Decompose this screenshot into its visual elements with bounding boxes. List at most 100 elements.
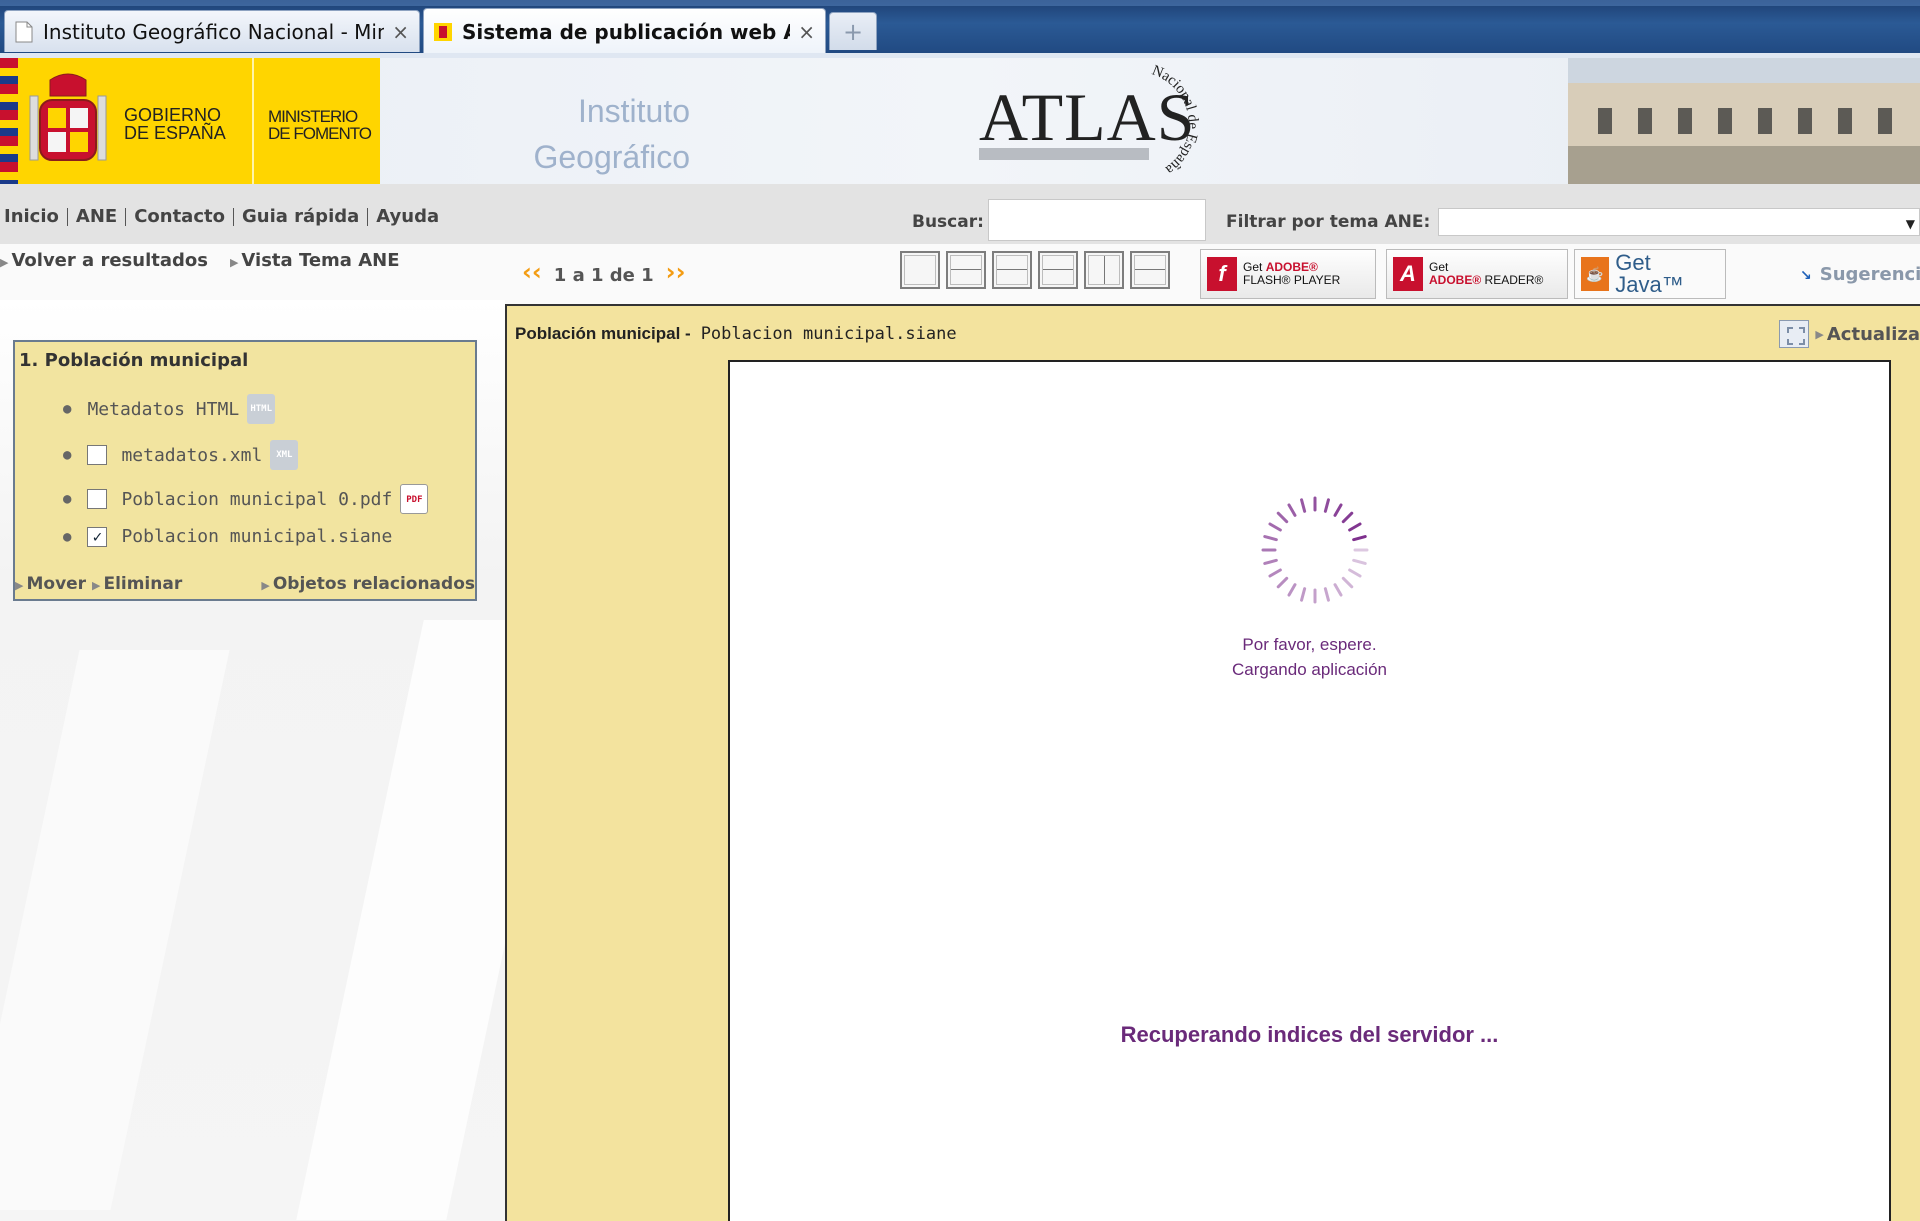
government-name: GOBIERNO DE ESPAÑA	[124, 106, 226, 142]
spinner-spoke	[1268, 568, 1282, 578]
nav-link-inicio[interactable]: Inicio	[4, 208, 67, 226]
xml-file-icon: XML	[270, 440, 299, 470]
spinner-spoke	[1263, 535, 1278, 542]
nav-link-ane[interactable]: ANE	[66, 208, 125, 226]
loading-spinner-icon	[1261, 496, 1369, 604]
triangle-right-icon: ▶	[91, 579, 101, 592]
spinner-spoke	[1341, 576, 1354, 589]
svg-text:Nacional de España: Nacional de España	[1150, 63, 1201, 178]
list-item-pdf[interactable]: ● Poblacion municipal 0.pdf PDF	[63, 484, 429, 514]
arrow-down-right-icon: ↘	[1800, 268, 1812, 284]
theme-view-link[interactable]: ▶ Vista Tema ANE	[230, 250, 400, 271]
search-label: Buscar:	[912, 212, 984, 232]
search-input[interactable]	[988, 199, 1206, 241]
triangle-right-icon: ▶	[15, 579, 24, 592]
flash-label: Get ADOBE® FLASH® PLAYER	[1243, 261, 1340, 287]
application-viewer[interactable]: Por favor, espere. Cargando aplicación R…	[728, 360, 1891, 1221]
government-logo-block[interactable]: GOBIERNO DE ESPAÑA MINISTERIO DE FOMENTO	[0, 58, 380, 184]
delete-link[interactable]: Eliminar	[103, 574, 182, 594]
building-window	[1798, 108, 1812, 134]
sub-links: ▶ Volver a resultados ▶ Vista Tema ANE	[0, 250, 400, 271]
adobe-reader-icon: A	[1393, 257, 1423, 291]
tab-close-icon[interactable]: ×	[798, 20, 815, 44]
list-item-metadata-xml[interactable]: ● metadatos.xml XML	[63, 440, 299, 470]
item-label: Poblacion municipal.siane	[121, 526, 393, 547]
min-line2: DE FOMENTO	[268, 124, 372, 143]
atlas-underline	[979, 148, 1149, 160]
layout-vertical-button[interactable]	[1084, 251, 1124, 289]
nav-link-ayuda[interactable]: Ayuda	[367, 208, 447, 226]
wait-line2: Cargando aplicación	[1232, 660, 1387, 679]
document-title[interactable]: 1. Población municipal	[19, 350, 248, 371]
get-java-button[interactable]: ☕ Get Java™	[1574, 249, 1726, 299]
layout-left-split-button[interactable]	[1130, 251, 1170, 289]
checkbox[interactable]	[87, 489, 108, 509]
get-flash-player-button[interactable]: f Get ADOBE® FLASH® PLAYER	[1200, 249, 1376, 299]
layout-grid-button[interactable]	[946, 251, 986, 289]
nav-link-guia-rapida[interactable]: Guia rápida	[232, 208, 367, 226]
java-label: Get Java™	[1615, 250, 1684, 297]
spinner-spoke	[1300, 498, 1307, 513]
back-to-results-link[interactable]: ▶ Volver a resultados	[0, 250, 208, 271]
tab-close-icon[interactable]: ×	[392, 20, 409, 44]
checkbox[interactable]	[87, 445, 108, 465]
building-window	[1638, 108, 1652, 134]
related-objects-link[interactable]: ▶ Objetos relacionados	[261, 574, 475, 594]
site-header: GOBIERNO DE ESPAÑA MINISTERIO DE FOMENTO…	[0, 58, 1920, 221]
move-link[interactable]: Mover	[26, 574, 86, 594]
spinner-spoke	[1352, 535, 1367, 542]
building-window	[1598, 108, 1612, 134]
move-delete-links: ▶ Mover ▶ Eliminar	[15, 574, 182, 594]
filter-label: Filtrar por tema ANE:	[1226, 212, 1431, 232]
content-title: Población municipal - Poblacion municipal…	[515, 324, 957, 344]
suggestion-link[interactable]: ↘ Sugerencia	[1800, 264, 1920, 285]
spinner-spoke	[1300, 587, 1307, 602]
page-icon	[15, 21, 33, 42]
building-photo	[1568, 58, 1920, 184]
loading-message: Por favor, espere. Cargando aplicación	[730, 632, 1889, 682]
main-content-panel: Población municipal - Poblacion municipal…	[505, 304, 1920, 1221]
get-adobe-reader-button[interactable]: A Get ADOBE® READER®	[1386, 249, 1568, 299]
browser-tab-ign[interactable]: Instituto Geográfico Nacional - Min... ×	[4, 10, 420, 52]
layout-horizontal-button[interactable]	[992, 251, 1032, 289]
spinner-spoke	[1268, 522, 1282, 532]
list-item-metadata-html[interactable]: ● Metadatos HTML HTML	[63, 394, 276, 424]
filter-theme-select[interactable]: ▼	[1438, 208, 1920, 236]
atlas-logo[interactable]: ATLAS Nacional de España	[975, 58, 1255, 184]
wait-line1: Por favor, espere.	[1242, 635, 1377, 654]
tab-title: Sistema de publicación web Atlas ...	[462, 19, 790, 44]
page-counter: 1 a 1 de 1	[553, 264, 654, 286]
reader-get: Get	[1429, 260, 1449, 274]
suggestion-label: Sugerencia	[1819, 264, 1920, 285]
refresh-label: Actualiza	[1826, 323, 1920, 345]
spinner-spoke	[1348, 568, 1362, 578]
spinner-spoke	[1276, 511, 1289, 524]
building-window	[1758, 108, 1772, 134]
building-window	[1838, 108, 1852, 134]
layout-top-split-button[interactable]	[1038, 251, 1078, 289]
new-tab-button[interactable]: +	[829, 12, 877, 50]
nav-links: Inicio ANE Contacto Guia rápida Ayuda	[4, 208, 447, 226]
coat-of-arms-icon	[29, 73, 107, 161]
spinner-spoke	[1287, 583, 1297, 597]
nav-link-contacto[interactable]: Contacto	[125, 208, 233, 226]
checkbox-checked[interactable]: ✓	[87, 526, 108, 547]
layout-single-button[interactable]	[900, 251, 940, 289]
pager: ‹‹ 1 a 1 de 1 ››	[522, 258, 685, 286]
tab-bar-shine	[0, 0, 1920, 6]
bullet-icon: ●	[63, 401, 72, 417]
next-page-icon[interactable]: ››	[666, 258, 686, 286]
content-title-name: Población municipal -	[515, 324, 691, 343]
spinner-spoke	[1348, 522, 1362, 532]
building-window	[1878, 108, 1892, 134]
spinner-spoke	[1352, 558, 1367, 565]
reader-brand: ADOBE®	[1429, 273, 1482, 287]
list-item-siane[interactable]: ● ✓ Poblacion municipal.siane	[63, 526, 392, 547]
browser-tab-atlas[interactable]: Sistema de publicación web Atlas ... ×	[423, 8, 826, 54]
prev-page-icon[interactable]: ‹‹	[522, 258, 542, 286]
item-label: Poblacion municipal 0.pdf	[121, 488, 393, 510]
fullscreen-icon[interactable]	[1779, 320, 1810, 348]
refresh-link[interactable]: ▶ Actualiza	[1779, 320, 1920, 348]
triangle-right-icon: ▶	[229, 256, 239, 269]
gov-line1: GOBIERNO	[124, 105, 222, 125]
